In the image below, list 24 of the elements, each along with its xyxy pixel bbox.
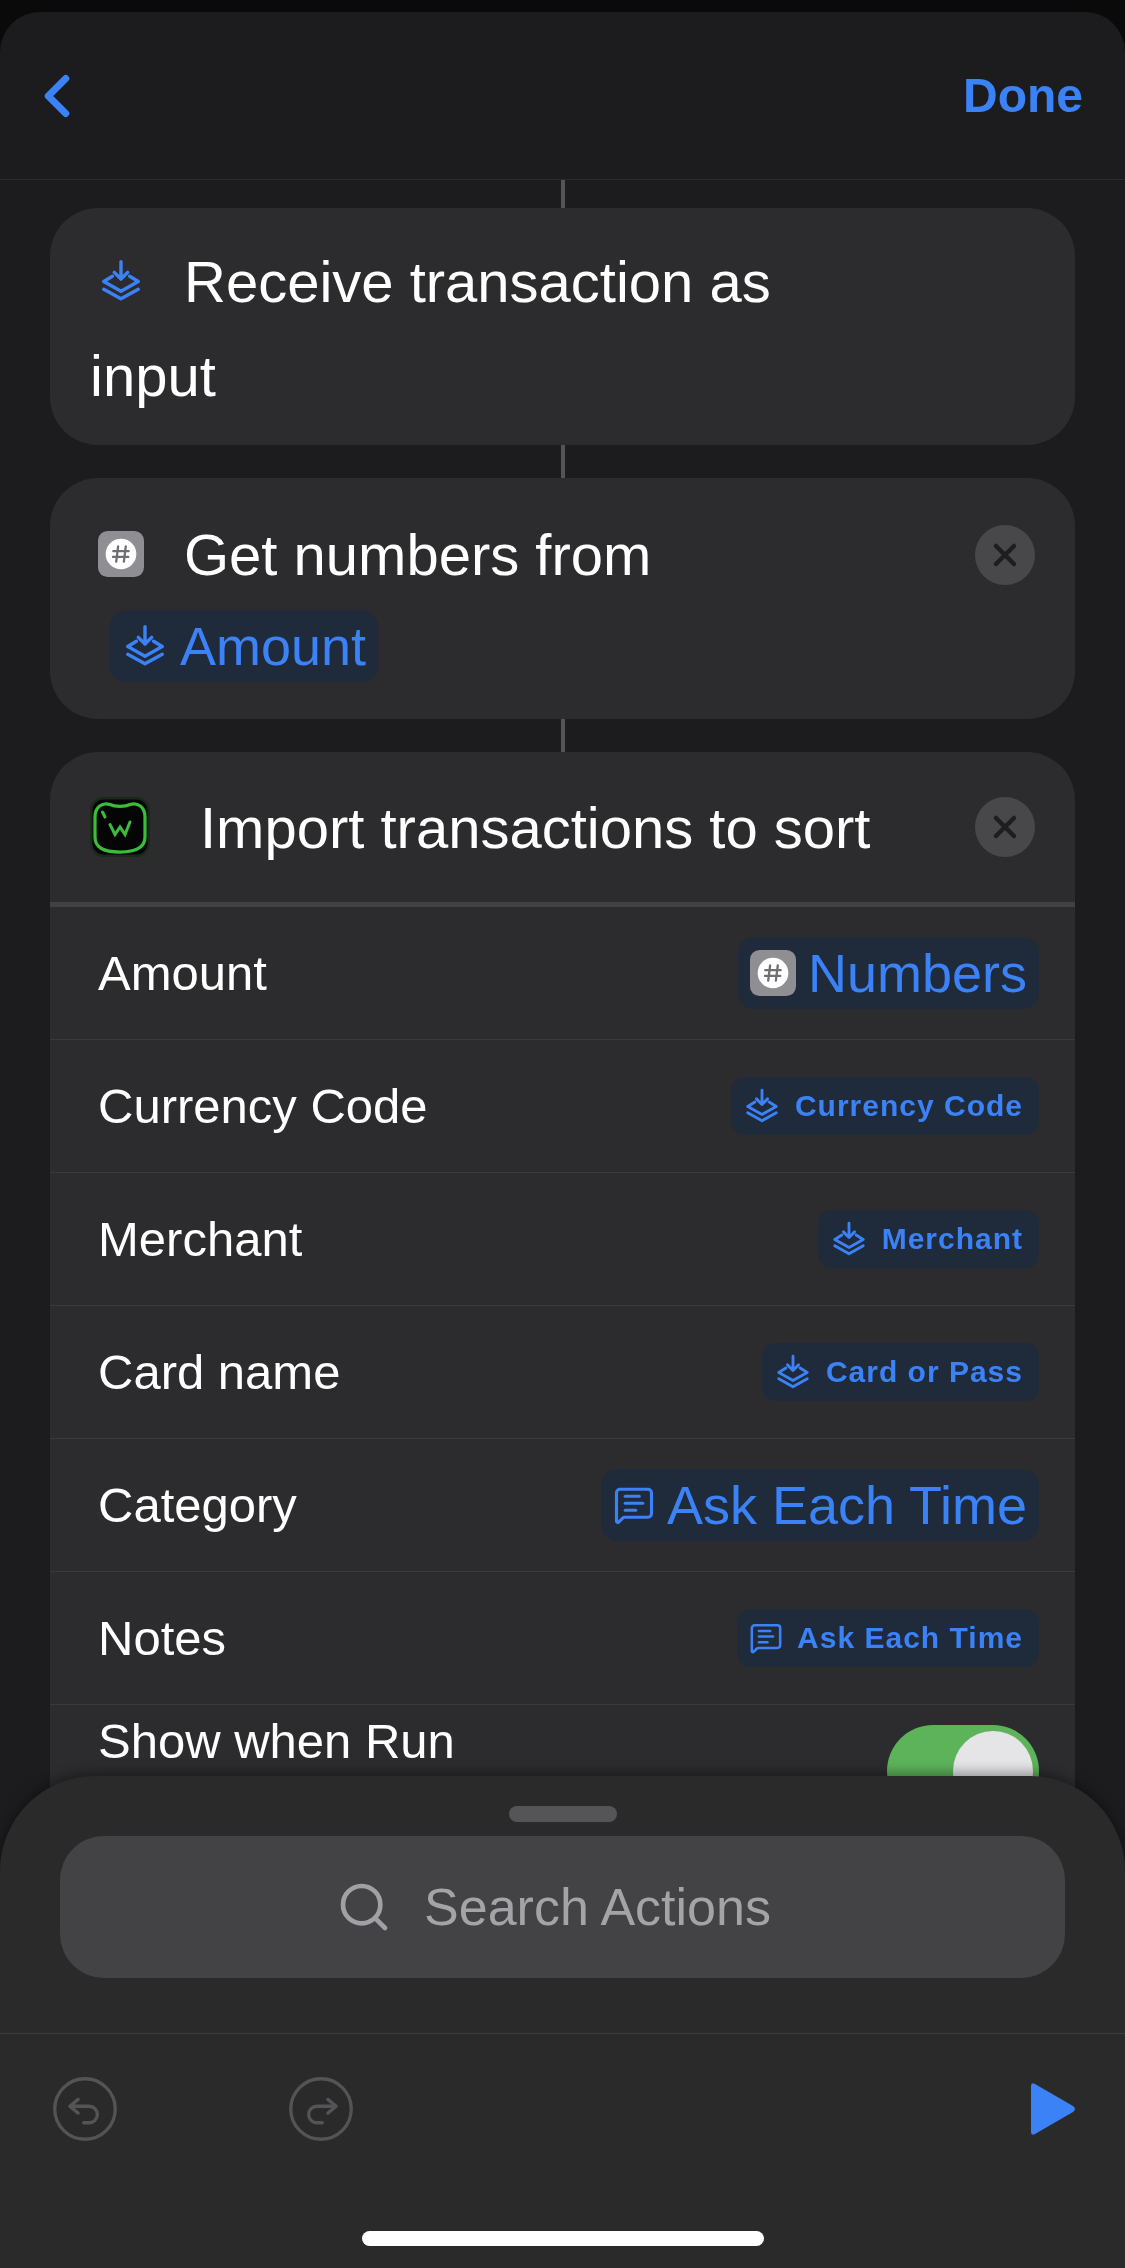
- search-field[interactable]: Search Actions: [60, 1836, 1065, 1978]
- parameter-label: Currency Code: [98, 1078, 428, 1134]
- variable-token[interactable]: Merchant: [817, 1210, 1039, 1268]
- speech-bubble-icon: [749, 1621, 784, 1655]
- parameter-label: Category: [98, 1477, 297, 1533]
- parameter-label: Show when Run: [98, 1713, 455, 1769]
- done-button[interactable]: Done: [963, 68, 1083, 123]
- action-title: Receive transaction as input: [90, 248, 772, 410]
- action-title: Get numbers from: [90, 522, 652, 587]
- drag-handle[interactable]: [508, 1806, 617, 1822]
- variable-token[interactable]: Amount: [110, 610, 379, 682]
- parameter-label: Notes: [98, 1610, 226, 1666]
- hash-icon: [749, 950, 796, 996]
- variable-token[interactable]: Ask Each Time: [600, 1469, 1039, 1541]
- parameter-label: Merchant: [98, 1211, 303, 1267]
- variable-token[interactable]: Numbers: [737, 937, 1039, 1009]
- variable-token[interactable]: Card or Pass: [761, 1343, 1039, 1401]
- variable-token[interactable]: Currency Code: [730, 1077, 1039, 1135]
- action-title: Import transactions to sort: [200, 793, 872, 861]
- variable-token[interactable]: Ask Each Time: [737, 1609, 1039, 1667]
- parameter-label: Card name: [98, 1344, 341, 1400]
- creature-face-icon: [90, 797, 150, 857]
- parameter-label: Amount: [98, 945, 267, 1001]
- hash-icon: [98, 530, 144, 577]
